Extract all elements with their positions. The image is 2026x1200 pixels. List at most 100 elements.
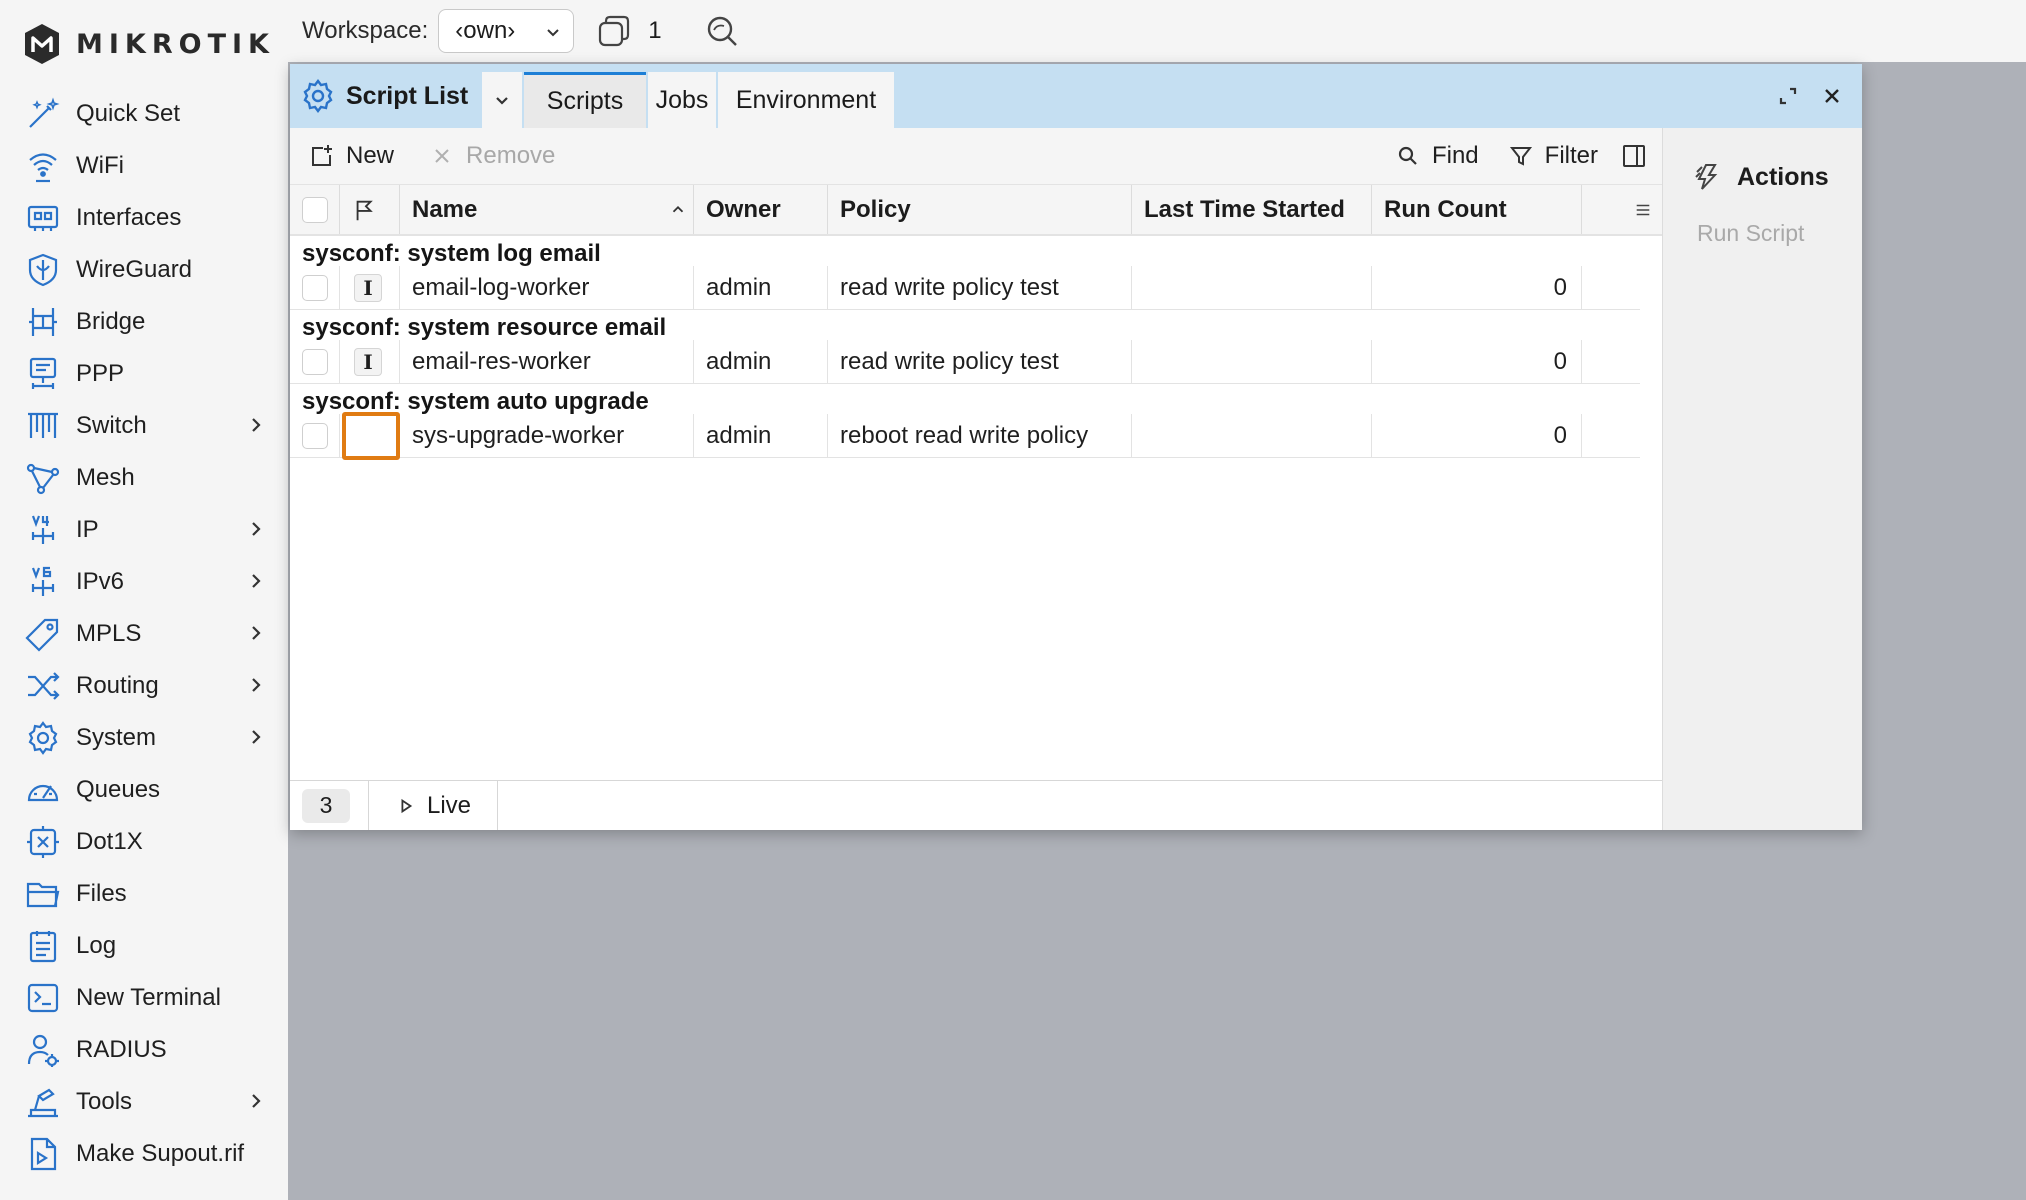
cell-policy: read write policy test — [828, 266, 1132, 309]
sidebar-item-bridge[interactable]: Bridge — [0, 296, 288, 348]
sort-ascending-icon — [672, 206, 684, 213]
sidebar-item-dot1x[interactable]: Dot1X — [0, 816, 288, 868]
status-bar: 3 Live — [290, 780, 1662, 830]
routing-icon — [24, 667, 62, 705]
sidebar-item-ipv6[interactable]: IPv6 — [0, 556, 288, 608]
global-search-icon[interactable] — [704, 13, 740, 49]
sidebar-item-switch[interactable]: Switch — [0, 400, 288, 452]
sidebar-item-queues[interactable]: Queues — [0, 764, 288, 816]
terminal-icon — [24, 979, 62, 1017]
sidebar-item-quick-set[interactable]: Quick Set — [0, 88, 288, 140]
cell-run-count: 0 — [1372, 266, 1582, 309]
column-header-policy[interactable]: Policy — [828, 185, 1132, 234]
script-list-window: Script List Scripts Jobs Environment New… — [290, 64, 1862, 830]
sidebar-item-tools[interactable]: Tools — [0, 1076, 288, 1128]
gear-icon — [303, 79, 333, 113]
sidebar-item-mesh[interactable]: Mesh — [0, 452, 288, 504]
remove-button[interactable]: Remove — [428, 142, 555, 170]
sidebar-item-label: IPv6 — [76, 568, 125, 595]
chevron-right-icon — [252, 574, 261, 588]
flags-column-header[interactable] — [340, 185, 400, 234]
select-all-checkbox-cell — [290, 185, 340, 234]
tab-environment[interactable]: Environment — [718, 72, 894, 128]
column-menu-icon[interactable] — [1634, 201, 1652, 219]
find-label: Find — [1431, 142, 1479, 169]
mesh-icon — [24, 459, 62, 497]
window-title: Script List — [300, 78, 468, 114]
table-row[interactable]: I email-log-worker admin read write poli… — [290, 266, 1640, 310]
sidebar-item-ip[interactable]: IP — [0, 504, 288, 556]
remove-label: Remove — [466, 142, 556, 169]
sidebar-item-label: Mesh — [76, 464, 135, 491]
workspace-value: ‹own› — [455, 17, 516, 44]
sidebar-item-label: WireGuard — [76, 256, 193, 283]
open-windows-button[interactable]: 1 — [596, 13, 662, 49]
cell-name: email-log-worker — [400, 266, 694, 309]
mikrotik-logo[interactable]: MIKROTIK — [22, 20, 275, 68]
live-label: Live — [427, 791, 472, 819]
sidebar-item-wireguard[interactable]: WireGuard — [0, 244, 288, 296]
sidebar-item-ppp[interactable]: PPP — [0, 348, 288, 400]
workspace-label: Workspace: — [302, 17, 429, 44]
table-row[interactable]: I email-res-worker admin read write poli… — [290, 340, 1640, 384]
sidebar-item-mpls[interactable]: MPLS — [0, 608, 288, 660]
cell-run-count: 0 — [1372, 414, 1582, 457]
run-script-button[interactable]: Run Script — [1697, 220, 1804, 247]
row-checkbox[interactable] — [302, 348, 328, 375]
sidebar-item-label: RADIUS — [76, 1036, 167, 1063]
row-checkbox-cell — [290, 340, 340, 383]
column-header-run-count[interactable]: Run Count — [1372, 185, 1582, 234]
new-label: New — [346, 142, 395, 169]
highlighted-flag-cell[interactable] — [342, 411, 400, 460]
select-all-checkbox[interactable] — [302, 196, 328, 223]
gear-icon — [24, 719, 62, 757]
tab-jobs[interactable]: Jobs — [648, 72, 716, 128]
sidebar-item-files[interactable]: Files — [0, 868, 288, 920]
top-bar: Workspace: ‹own› 1 — [288, 0, 2026, 62]
sidebar-item-new-terminal[interactable]: New Terminal — [0, 972, 288, 1024]
sidebar-item-radius[interactable]: RADIUS — [0, 1024, 288, 1076]
filter-icon — [1509, 147, 1532, 166]
column-header-last-time-started[interactable]: Last Time Started — [1132, 185, 1372, 234]
sidebar-item-label: New Terminal — [76, 984, 221, 1011]
sidebar-item-wifi[interactable]: WiFi — [0, 140, 288, 192]
row-flag-cell: I — [340, 266, 400, 309]
table-row[interactable]: sys-upgrade-worker admin reboot read wri… — [290, 411, 1640, 460]
live-button[interactable]: Live — [368, 781, 498, 830]
cell-last-time-started — [1132, 266, 1372, 309]
sidebar-item-routing[interactable]: Routing — [0, 660, 288, 712]
sidebar-item-log[interactable]: Log — [0, 920, 288, 972]
sidebar: MIKROTIK Quick Set WiFi Interfaces WireG… — [0, 0, 288, 1200]
workspace-select[interactable]: ‹own› — [438, 9, 575, 53]
row-checkbox[interactable] — [302, 422, 328, 449]
sidebar-item-label: System — [76, 724, 157, 751]
sidebar-item-make-supout[interactable]: Make Supout.rif — [0, 1128, 288, 1180]
sidebar-item-label: Log — [76, 932, 117, 959]
cell-last-time-started — [1132, 340, 1372, 383]
sidebar-item-label: Switch — [76, 412, 147, 439]
side-panel-toggle-icon[interactable] — [1620, 142, 1648, 170]
tab-scripts[interactable]: Scripts — [524, 72, 646, 128]
sidebar-item-interfaces[interactable]: Interfaces — [0, 192, 288, 244]
close-icon[interactable] — [1816, 80, 1848, 112]
tools-icon — [24, 1083, 62, 1121]
column-header-name[interactable]: Name — [400, 185, 694, 234]
column-header-owner[interactable]: Owner — [694, 185, 828, 234]
chevron-right-icon — [252, 730, 261, 744]
wifi-icon — [24, 147, 62, 185]
sidebar-item-label: Queues — [76, 776, 161, 803]
new-button[interactable]: New — [308, 142, 394, 170]
window-menu-dropdown[interactable] — [482, 72, 522, 128]
logo-text: MIKROTIK — [76, 28, 275, 60]
ppp-icon — [24, 355, 62, 393]
wand-icon — [24, 95, 62, 133]
maximize-icon[interactable] — [1772, 80, 1804, 112]
filter-label: Filter — [1544, 142, 1598, 169]
filter-button[interactable]: Filter — [1507, 142, 1598, 170]
find-button[interactable]: Find — [1394, 142, 1479, 170]
sidebar-item-system[interactable]: System — [0, 712, 288, 764]
cell-owner: admin — [694, 266, 828, 309]
cell-run-count: 0 — [1372, 340, 1582, 383]
sidebar-item-label: Quick Set — [76, 100, 181, 127]
row-checkbox[interactable] — [302, 274, 328, 301]
